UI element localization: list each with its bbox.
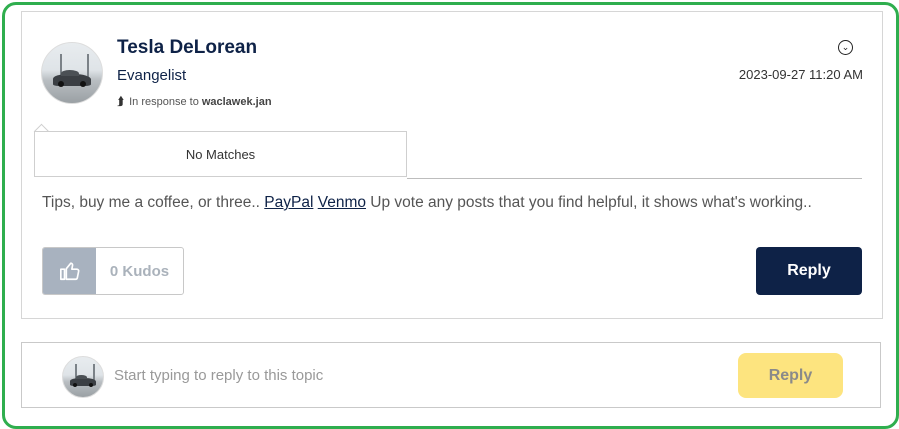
post-timestamp: 2023-09-27 11:20 AM (738, 67, 863, 82)
kudos-count: 0 Kudos (109, 262, 170, 280)
current-user-avatar (62, 356, 104, 398)
author-name[interactable]: Tesla DeLorean (117, 37, 257, 59)
chevron-down-icon[interactable]: ⌄ (838, 40, 853, 55)
reply-input[interactable]: Start typing to reply to this topic (114, 367, 514, 384)
in-response-user-link[interactable]: waclawek.jan (202, 96, 272, 108)
divider (407, 178, 862, 179)
author-rank: Evangelist (117, 67, 187, 84)
venmo-link[interactable]: Venmo (318, 194, 366, 211)
in-response-to: ⮭ In response to waclawek.jan (117, 94, 272, 109)
signature-text-end: Up vote any posts that you find helpful,… (365, 194, 812, 211)
popup-text: No Matches (185, 146, 256, 162)
reply-button[interactable]: Reply (756, 247, 862, 295)
reply-arrow-icon: ⮭ (117, 94, 125, 108)
author-avatar[interactable] (41, 42, 103, 104)
thumbs-up-icon[interactable] (43, 248, 96, 294)
paypal-link[interactable]: PayPal (264, 194, 313, 211)
in-response-prefix: In response to (129, 95, 199, 108)
quick-reply-button[interactable]: Reply (738, 353, 843, 398)
kudos-widget: 0 Kudos (42, 247, 184, 295)
post-card: Tesla DeLorean Evangelist ⮭ In response … (21, 11, 883, 319)
mention-popup: No Matches (34, 131, 407, 177)
signature-text-start: Tips, buy me a coffee, or three.. (42, 194, 265, 211)
quick-reply-bar: Start typing to reply to this topic Repl… (21, 342, 881, 408)
signature: Tips, buy me a coffee, or three.. PayPal… (42, 194, 812, 212)
